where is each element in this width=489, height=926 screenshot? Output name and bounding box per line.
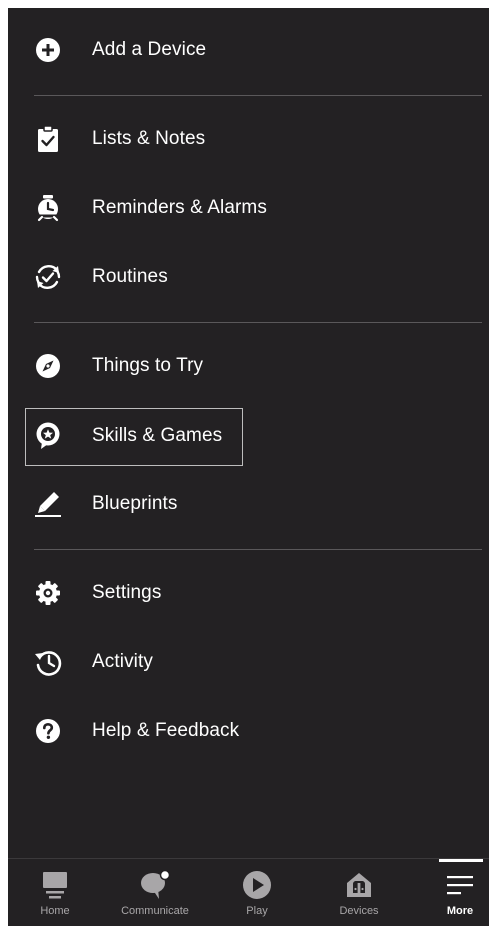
menu-item-routines[interactable]: Routines bbox=[8, 247, 489, 307]
menu-label: Routines bbox=[92, 266, 168, 287]
menu-label: Things to Try bbox=[92, 355, 204, 376]
tab-label: More bbox=[446, 905, 474, 917]
menu-item-things-to-try[interactable]: Things to Try bbox=[8, 336, 489, 396]
divider bbox=[34, 95, 482, 96]
home-icon bbox=[39, 869, 71, 901]
tab-label: Home bbox=[40, 905, 70, 917]
menu-item-help-feedback[interactable]: Help & Feedback bbox=[8, 701, 489, 761]
chat-bubble-icon bbox=[139, 869, 171, 901]
tab-label: Communicate bbox=[121, 905, 189, 917]
more-menu-screen: Add a Device Lists & Notes Reminders & A… bbox=[8, 8, 489, 926]
menu-label: Blueprints bbox=[92, 493, 178, 514]
menu-item-blueprints[interactable]: Blueprints bbox=[8, 474, 489, 534]
history-icon bbox=[34, 648, 62, 676]
tab-communicate[interactable]: Communicate bbox=[107, 859, 203, 926]
plus-circle-icon bbox=[34, 36, 62, 64]
play-icon bbox=[241, 869, 273, 901]
tab-play[interactable]: Play bbox=[209, 859, 305, 926]
question-circle-icon bbox=[34, 717, 62, 745]
routine-check-icon bbox=[34, 263, 62, 291]
menu-label: Activity bbox=[92, 651, 153, 672]
menu-label: Lists & Notes bbox=[92, 128, 206, 149]
tab-devices[interactable]: Devices bbox=[311, 859, 407, 926]
menu-item-add-device[interactable]: Add a Device bbox=[8, 20, 489, 80]
bottom-tab-bar: Home Communicate Play Devices More bbox=[8, 858, 489, 926]
pencil-icon bbox=[34, 490, 62, 518]
star-bubble-icon bbox=[34, 422, 62, 450]
tab-label: Devices bbox=[339, 905, 379, 917]
divider bbox=[34, 549, 482, 550]
tab-home[interactable]: Home bbox=[8, 859, 103, 926]
menu-lines-icon bbox=[444, 869, 476, 901]
divider bbox=[34, 322, 482, 323]
alarm-clock-icon bbox=[34, 194, 62, 222]
gear-icon bbox=[34, 579, 62, 607]
compass-icon bbox=[34, 352, 62, 380]
menu-label: Add a Device bbox=[92, 39, 207, 60]
smart-home-icon bbox=[343, 869, 375, 901]
menu-label: Help & Feedback bbox=[92, 720, 240, 741]
menu-item-settings[interactable]: Settings bbox=[8, 563, 489, 623]
menu-item-skills-games[interactable]: Skills & Games bbox=[8, 406, 489, 466]
tab-more[interactable]: More bbox=[412, 859, 489, 926]
menu-item-reminders-alarms[interactable]: Reminders & Alarms bbox=[8, 178, 489, 238]
clipboard-check-icon bbox=[34, 125, 62, 153]
menu-label: Skills & Games bbox=[92, 425, 223, 446]
tab-label: Play bbox=[246, 905, 268, 917]
menu-item-activity[interactable]: Activity bbox=[8, 632, 489, 692]
menu-label: Reminders & Alarms bbox=[92, 197, 267, 218]
menu-item-lists-notes[interactable]: Lists & Notes bbox=[8, 109, 489, 169]
menu-label: Settings bbox=[92, 582, 162, 603]
